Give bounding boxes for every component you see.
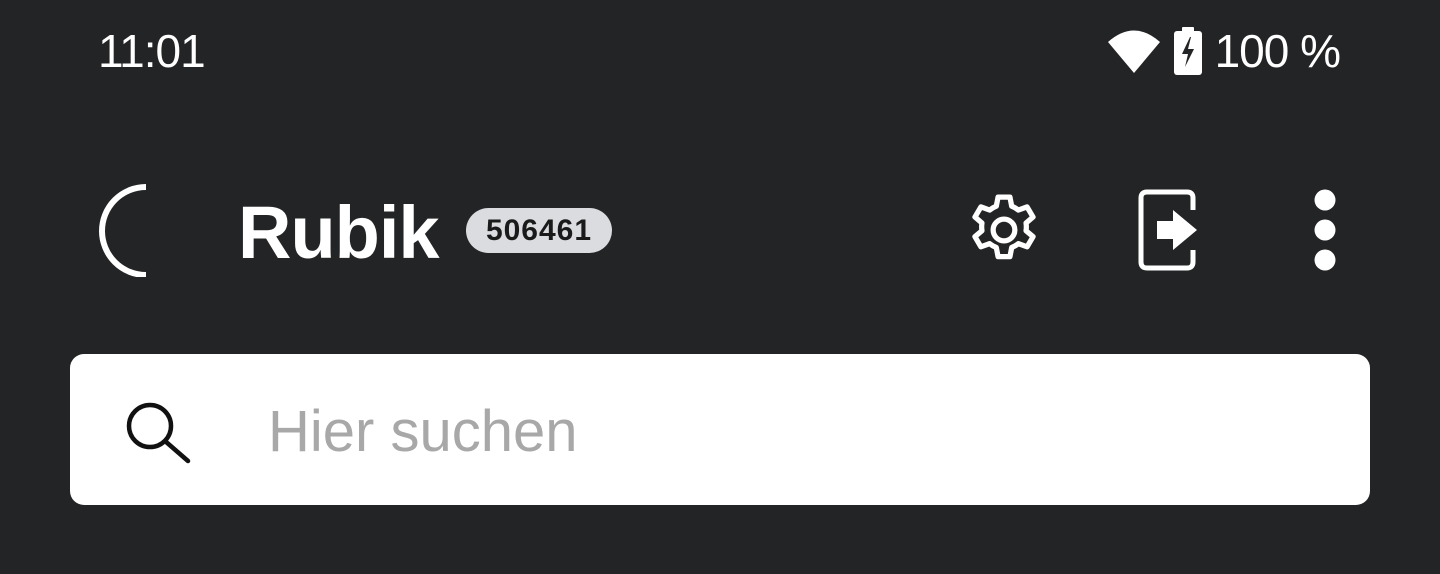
wifi-icon [1107, 27, 1161, 75]
battery-percentage: 100 % [1214, 25, 1341, 77]
app-bar: Rubik 506461 [0, 175, 1440, 285]
page-title: Rubik [238, 191, 440, 274]
settings-button[interactable] [958, 175, 1050, 285]
search-icon [124, 400, 192, 464]
logout-icon [1131, 188, 1203, 272]
more-options-button[interactable] [1296, 175, 1354, 285]
user-id-badge: 506461 [466, 208, 612, 253]
battery-charging-icon [1173, 27, 1203, 75]
status-time: 11:01 [98, 25, 206, 77]
logout-button[interactable] [1124, 175, 1210, 285]
more-vert-icon [1313, 189, 1337, 271]
rubik-logo [94, 181, 154, 278]
settings-icon [962, 188, 1046, 272]
app-screen: 11:01 100 % Rubik 506461 [0, 0, 1440, 574]
search-input[interactable] [268, 395, 1328, 467]
status-icons: 100 % [1107, 25, 1341, 77]
